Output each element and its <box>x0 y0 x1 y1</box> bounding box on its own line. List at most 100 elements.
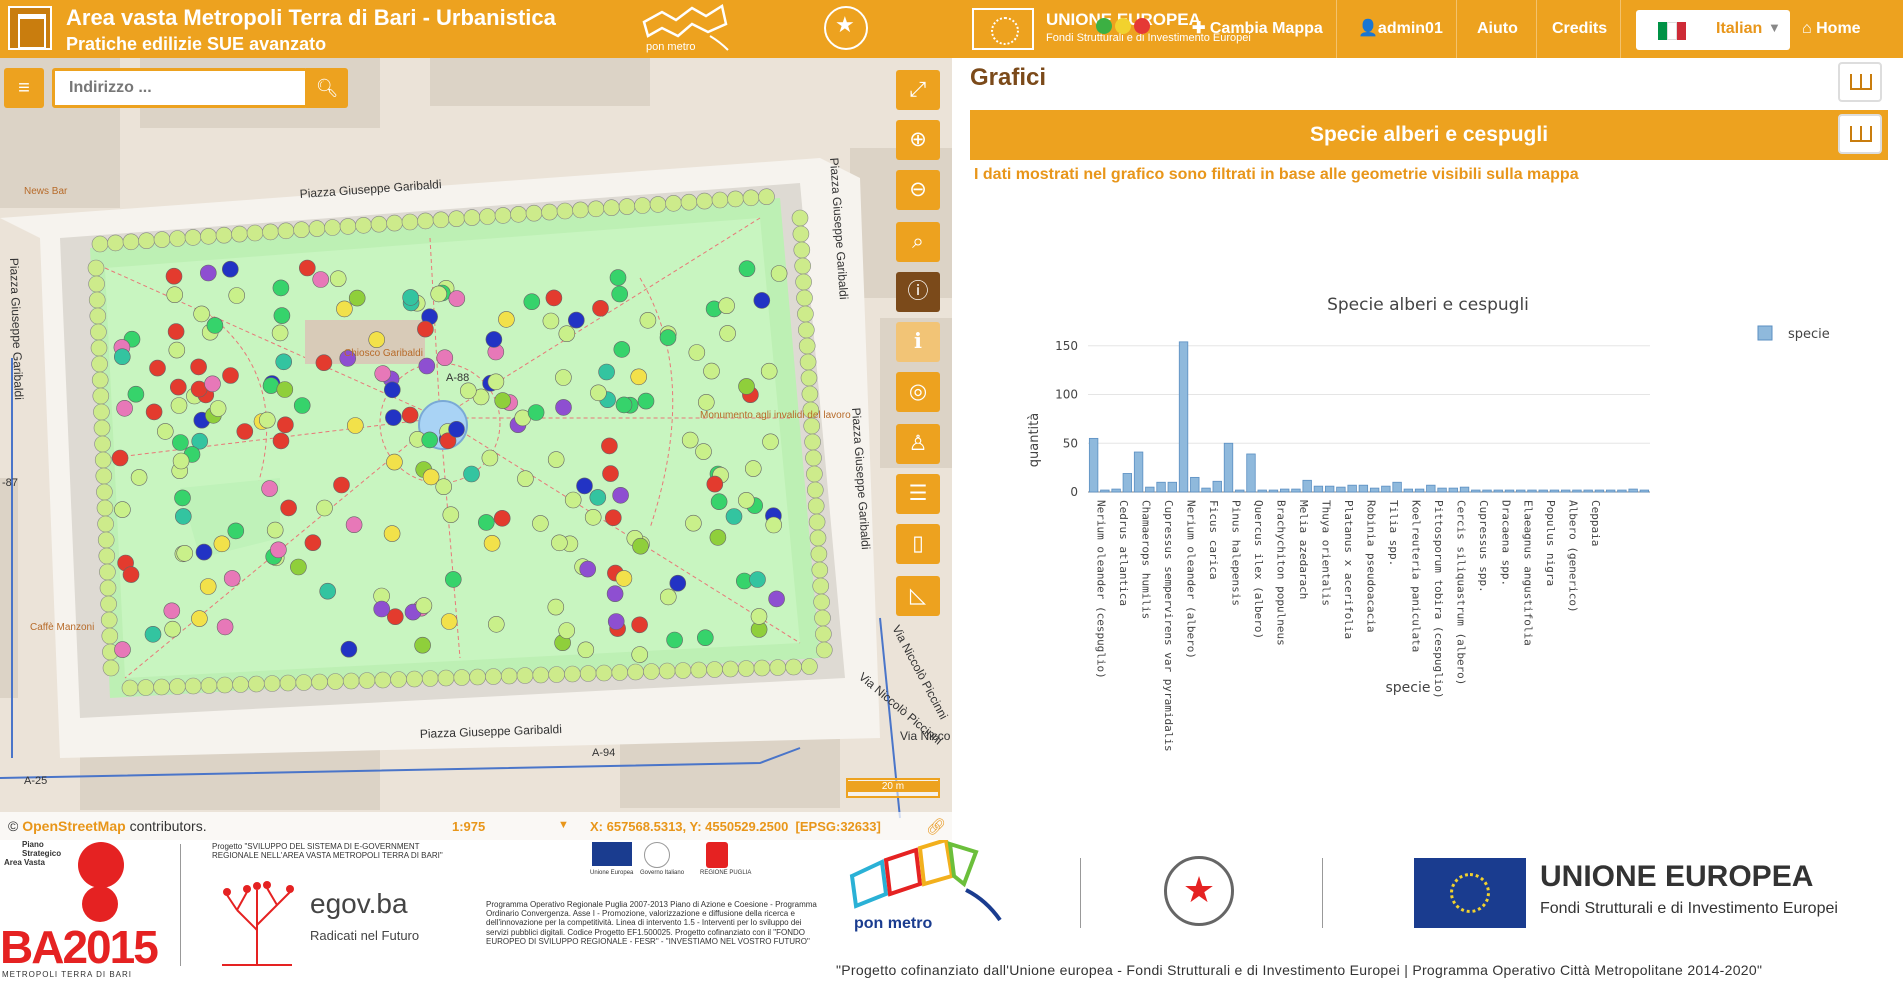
chart-bar[interactable] <box>1471 489 1481 493</box>
chart-bar[interactable] <box>1223 442 1234 493</box>
tree-point[interactable] <box>749 571 766 588</box>
tree-point[interactable] <box>541 203 558 221</box>
tree-point[interactable] <box>222 260 239 278</box>
tree-point[interactable] <box>122 566 140 583</box>
map-canvas[interactable]: Piazza Giuseppe Garibaldi Piazza Giusepp… <box>0 58 952 840</box>
layers-button[interactable]: ☰ <box>896 474 940 514</box>
tree-point[interactable] <box>631 616 648 634</box>
tree-point[interactable] <box>199 578 217 595</box>
tree-point[interactable] <box>547 451 565 468</box>
tree-point[interactable] <box>551 534 568 552</box>
tree-point[interactable] <box>329 270 347 287</box>
tree-point[interactable] <box>685 514 702 532</box>
tree-point[interactable] <box>172 434 189 451</box>
chart-bar[interactable] <box>1594 489 1605 493</box>
tree-point[interactable] <box>548 666 565 683</box>
tree-point[interactable] <box>808 513 826 531</box>
tree-point[interactable] <box>796 289 813 307</box>
address-search-input[interactable] <box>52 68 308 108</box>
tree-point[interactable] <box>272 432 290 450</box>
tree-point[interactable] <box>190 358 207 376</box>
tree-point[interactable] <box>527 404 545 421</box>
tree-point[interactable] <box>374 671 392 689</box>
tree-point[interactable] <box>797 305 814 323</box>
chart-bar[interactable] <box>1100 489 1110 493</box>
tree-point[interactable] <box>200 264 217 282</box>
help-button[interactable]: Aiuto <box>1477 0 1518 58</box>
tree-point[interactable] <box>90 339 108 357</box>
tree-point[interactable] <box>706 661 723 678</box>
street-view-button[interactable]: ♙ <box>896 424 940 464</box>
zoom-extent-button[interactable]: ⌕ <box>896 222 940 262</box>
tree-point[interactable] <box>93 419 111 437</box>
tree-point[interactable] <box>442 506 460 524</box>
chart-bar[interactable] <box>1628 488 1638 493</box>
tree-point[interactable] <box>545 289 563 307</box>
tree-point[interactable] <box>311 673 328 691</box>
tree-point[interactable] <box>102 659 120 677</box>
tree-point[interactable] <box>358 672 376 689</box>
chart-bar[interactable] <box>1336 486 1346 493</box>
tree-point[interactable] <box>153 231 171 248</box>
tree-point[interactable] <box>804 433 821 451</box>
tree-point[interactable] <box>401 406 419 424</box>
tree-point[interactable] <box>753 659 771 677</box>
tree-point[interactable] <box>374 365 392 382</box>
tree-point[interactable] <box>493 509 511 527</box>
tree-point[interactable] <box>91 355 108 373</box>
chart-bar[interactable] <box>1549 489 1560 493</box>
tree-point[interactable] <box>753 292 771 309</box>
tree-point[interactable] <box>665 195 682 212</box>
tree-point[interactable] <box>422 468 440 486</box>
tree-point[interactable] <box>176 544 193 562</box>
chart-bar[interactable] <box>1246 453 1256 493</box>
tree-point[interactable] <box>149 359 166 377</box>
tree-point[interactable] <box>579 665 597 682</box>
tree-point[interactable] <box>592 300 609 317</box>
home-button[interactable]: ⌂ Home <box>1802 0 1861 58</box>
chart-bar[interactable] <box>1369 487 1380 493</box>
chart-bar[interactable] <box>1516 489 1526 493</box>
tree-point[interactable] <box>769 659 787 676</box>
tree-point[interactable] <box>658 662 676 680</box>
tree-point[interactable] <box>487 373 505 391</box>
tree-point[interactable] <box>98 547 116 565</box>
tree-point[interactable] <box>195 543 213 561</box>
tree-point[interactable] <box>100 611 118 629</box>
tree-point[interactable] <box>223 570 241 587</box>
tree-point[interactable] <box>688 344 706 361</box>
tree-point[interactable] <box>157 423 174 440</box>
chart-bar[interactable] <box>1145 486 1155 493</box>
tree-point[interactable] <box>801 658 818 675</box>
tree-point[interactable] <box>719 325 736 342</box>
tree-point[interactable] <box>437 669 455 687</box>
tree-point[interactable] <box>448 290 466 307</box>
tree-point[interactable] <box>138 232 155 249</box>
tree-point[interactable] <box>97 531 115 549</box>
tree-point[interactable] <box>373 600 391 618</box>
tree-point[interactable] <box>204 375 221 393</box>
zoom-out-button[interactable]: ⊖ <box>896 170 940 210</box>
map-scale-select[interactable]: 1:975 <box>452 819 485 834</box>
tree-point[interactable] <box>319 582 337 600</box>
tree-point[interactable] <box>209 400 227 417</box>
tree-point[interactable] <box>277 416 294 434</box>
tree-point[interactable] <box>613 341 631 358</box>
tree-point[interactable] <box>121 679 139 697</box>
chart-toggle-button[interactable] <box>1838 114 1882 154</box>
tree-point[interactable] <box>810 545 828 563</box>
tree-point[interactable] <box>814 609 831 627</box>
tree-point[interactable] <box>107 234 124 252</box>
tree-point[interactable] <box>725 508 743 525</box>
tree-point[interactable] <box>418 357 436 375</box>
tree-point[interactable] <box>215 226 233 244</box>
tree-point[interactable] <box>576 477 593 495</box>
tree-point[interactable] <box>797 321 815 339</box>
tree-point[interactable] <box>558 622 576 639</box>
tree-point[interactable] <box>595 664 613 682</box>
tree-point[interactable] <box>100 595 117 613</box>
tree-point[interactable] <box>697 393 715 411</box>
tree-point[interactable] <box>494 392 512 409</box>
tree-point[interactable] <box>333 476 350 494</box>
tree-point[interactable] <box>92 387 110 405</box>
